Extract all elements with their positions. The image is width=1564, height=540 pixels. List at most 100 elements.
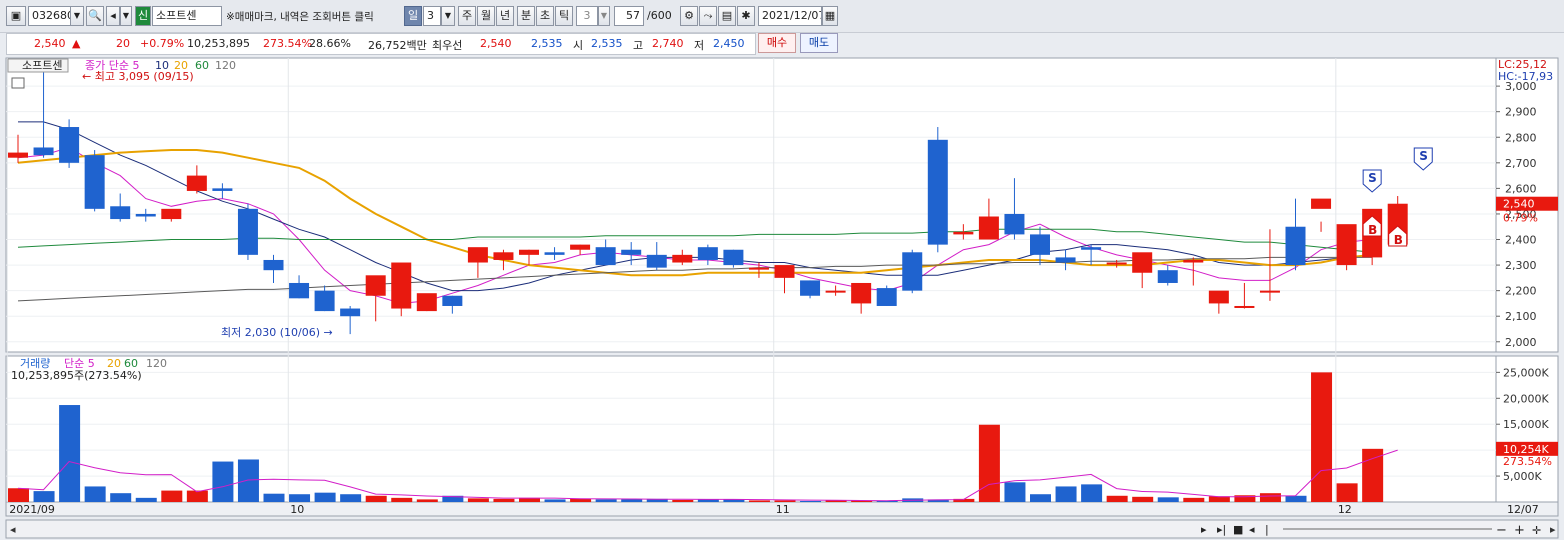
price-tick-label: 2,800 xyxy=(1505,131,1537,144)
volume-bar xyxy=(1336,483,1358,502)
price-pane xyxy=(5,57,1497,353)
search-icon[interactable]: 🔍 xyxy=(86,6,104,26)
x-tick-label: 11 xyxy=(776,503,790,516)
tick-dropdown-icon[interactable]: ▼ xyxy=(598,6,610,26)
volume-bar xyxy=(391,497,413,502)
price-legend-item: 종가 단순 5 xyxy=(85,59,139,72)
code-dropdown-icon[interactable]: ▼ xyxy=(70,6,84,26)
candle-body xyxy=(927,139,948,245)
x-tick-label: 2021/09 xyxy=(9,503,55,516)
price-legend-item: 20 xyxy=(174,59,188,72)
quote-ask: 2,540 xyxy=(480,37,512,50)
price-legend-item: 10 xyxy=(155,59,169,72)
zoom-in-icon: + xyxy=(1514,523,1525,538)
candle-body xyxy=(1285,226,1306,266)
candle-body xyxy=(186,175,207,191)
stock-name[interactable]: 소프트센 xyxy=(152,6,222,26)
tick-count[interactable]: 3 xyxy=(576,6,598,26)
layout-icon[interactable]: ▣ xyxy=(6,6,26,26)
nav-control-icon[interactable]: ▸| xyxy=(1217,523,1226,536)
sell-button[interactable]: 매도 xyxy=(800,33,838,53)
candle-body xyxy=(1234,305,1255,308)
quote-change: 20 xyxy=(116,37,130,50)
volume-bar xyxy=(1055,486,1077,502)
period-dropdown-icon[interactable]: ▼ xyxy=(441,6,455,26)
volume-bar xyxy=(314,492,336,502)
period-tick[interactable]: 틱 xyxy=(555,6,573,26)
volume-bar xyxy=(263,493,285,502)
volume-bar xyxy=(570,498,592,502)
candle-body xyxy=(621,249,642,255)
candle-body xyxy=(748,267,769,270)
count-total: /600 xyxy=(647,9,672,22)
period-minute[interactable]: 분 xyxy=(517,6,535,26)
up-arrow-icon: ▲ xyxy=(72,37,81,50)
period-week[interactable]: 주 xyxy=(458,6,476,26)
indicator-icon[interactable]: ⤳ xyxy=(699,6,717,26)
candle-body xyxy=(697,247,718,260)
quote-change-pct: +0.79% xyxy=(140,37,185,50)
zoom-out-icon: − xyxy=(1496,523,1507,538)
candle-body xyxy=(1259,290,1280,293)
candle-body xyxy=(519,249,539,255)
nav-control-icon[interactable]: ■ xyxy=(1233,523,1243,536)
volume-bar xyxy=(621,499,643,502)
candle-body xyxy=(876,288,897,306)
candle-body xyxy=(1081,247,1102,250)
volume-bar xyxy=(289,494,311,502)
quote-ask-label: 최우선 xyxy=(432,39,463,52)
candle-body xyxy=(1106,262,1127,265)
price-tick-label: 2,400 xyxy=(1505,234,1537,247)
price-tick-label: 2,100 xyxy=(1505,310,1537,323)
nav-control-icon[interactable]: | xyxy=(1265,523,1269,536)
candle-body xyxy=(978,216,999,240)
grid-toggle-icon xyxy=(11,77,25,89)
scroll-right-icon: ▸ xyxy=(1550,523,1556,536)
volume-bar xyxy=(544,499,566,502)
period-year[interactable]: 년 xyxy=(496,6,514,26)
price-legend-title: 소프트센 xyxy=(22,59,62,72)
period-day-count[interactable]: 3 xyxy=(423,6,441,26)
price-tick-label: 2,200 xyxy=(1505,285,1537,298)
date-input[interactable]: 2021/12/07 xyxy=(758,6,822,26)
volume-bar xyxy=(1132,496,1154,502)
quote-amount: 26,752백만 xyxy=(368,39,427,52)
toolbar: ▣ 032680 ▼ 🔍 ◂ ▼ 신 소프트센 ※매매마크, 내역은 조회버튼 … xyxy=(0,0,1564,33)
low-annotation: 최저 2,030 (10/06) → xyxy=(221,326,333,339)
volume-bar xyxy=(1004,482,1026,502)
period-day[interactable]: 일 xyxy=(404,6,422,26)
speaker-icon[interactable]: ◂ xyxy=(106,6,120,26)
period-second[interactable]: 초 xyxy=(536,6,554,26)
volume-bar xyxy=(800,500,822,502)
x-tick-label: 12 xyxy=(1338,503,1352,516)
calendar-icon[interactable]: ▦ xyxy=(822,6,838,26)
volume-bar xyxy=(237,459,259,502)
credit-badge: 신 xyxy=(135,6,151,26)
volume-bar xyxy=(1183,497,1205,502)
candle-body xyxy=(391,262,412,309)
volume-bar xyxy=(340,494,362,502)
tools-icon[interactable]: ⚙ xyxy=(680,6,698,26)
save-icon[interactable]: ▤ xyxy=(718,6,736,26)
price-tick-label: 2,600 xyxy=(1505,182,1537,195)
candle-body xyxy=(493,252,514,260)
stock-chart[interactable]: 3,0002,9002,8002,7002,6002,5002,4002,300… xyxy=(0,56,1564,540)
candle-body xyxy=(1030,234,1050,255)
gear-icon[interactable]: ✱ xyxy=(737,6,755,26)
candle-body xyxy=(161,208,182,220)
candle-body xyxy=(340,308,361,317)
sell-signal-label: S xyxy=(1419,149,1428,163)
volume-bar xyxy=(1157,497,1179,502)
candle-body xyxy=(135,213,156,217)
buy-button[interactable]: 매수 xyxy=(758,33,796,53)
candle-body xyxy=(212,188,233,191)
period-month[interactable]: 월 xyxy=(477,6,495,26)
nav-control-icon[interactable]: ◂ xyxy=(1249,523,1255,536)
volume-bar xyxy=(672,499,694,502)
count-input[interactable]: 57 xyxy=(614,6,644,26)
candle-body xyxy=(902,252,923,291)
nav-control-icon[interactable]: ▸ xyxy=(1201,523,1207,536)
volume-bar xyxy=(1030,494,1051,502)
speaker-dropdown-icon[interactable]: ▼ xyxy=(120,6,132,26)
candle-body xyxy=(59,127,80,163)
